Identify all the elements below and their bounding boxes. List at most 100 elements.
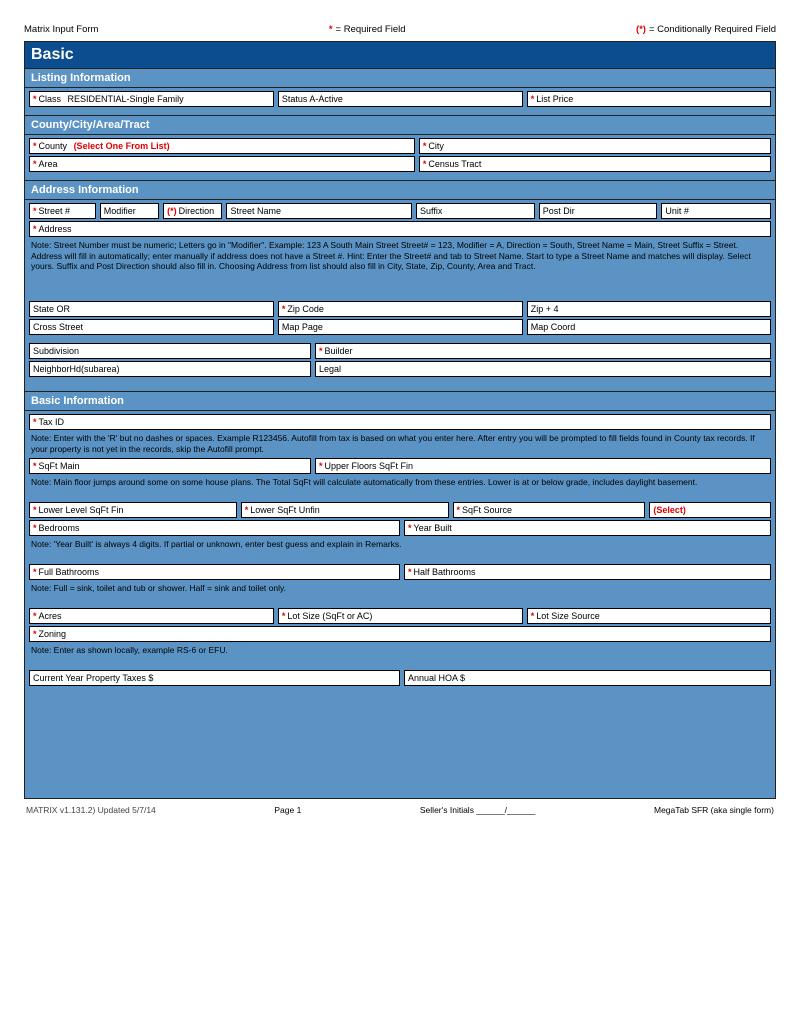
field-label: City — [428, 141, 444, 151]
required-star-icon: * — [33, 461, 37, 471]
required-star-icon: * — [329, 24, 333, 35]
field-label: Full Bathrooms — [39, 567, 100, 577]
field-acres[interactable]: * Acres — [29, 608, 274, 624]
field-street-name[interactable]: Street Name — [226, 203, 412, 219]
page-footer: MATRIX v1.131.2) Updated 5/7/14 Page 1 S… — [24, 805, 776, 815]
field-full-bath[interactable]: * Full Bathrooms — [29, 564, 400, 580]
field-label: SqFt Main — [39, 461, 80, 471]
footer-page-number: Page 1 — [274, 805, 301, 815]
field-label: Post Dir — [543, 206, 575, 216]
subheader-address: Address Information — [24, 181, 776, 200]
field-zoning[interactable]: * Zoning — [29, 626, 771, 642]
required-star-icon: * — [33, 224, 37, 234]
field-status[interactable]: Status A-Active — [278, 91, 523, 107]
field-label: Half Bathrooms — [414, 567, 476, 577]
field-label: Cross Street — [33, 322, 83, 332]
field-map-page[interactable]: Map Page — [278, 319, 523, 335]
field-sqft-source[interactable]: * SqFt Source — [453, 502, 646, 518]
required-star-icon: * — [423, 159, 427, 169]
field-suffix[interactable]: Suffix — [416, 203, 535, 219]
required-star-icon: * — [245, 505, 249, 515]
required-star-icon: * — [319, 346, 323, 356]
field-address[interactable]: * Address — [29, 221, 771, 237]
field-label: Tax ID — [39, 417, 65, 427]
page-container: Matrix Input Form * = Required Field (*)… — [0, 0, 800, 825]
field-zip[interactable]: * Zip Code — [278, 301, 523, 317]
field-year-built[interactable]: * Year Built — [404, 520, 771, 536]
field-builder[interactable]: * Builder — [315, 343, 771, 359]
field-label: State OR — [33, 304, 70, 314]
field-cross-street[interactable]: Cross Street — [29, 319, 274, 335]
required-star-icon: * — [282, 611, 286, 621]
basic-info-body: * Tax ID Note: Enter with the 'R' but no… — [24, 411, 776, 799]
field-label: Acres — [39, 611, 62, 621]
field-direction[interactable]: (*) Direction — [163, 203, 222, 219]
field-list-price[interactable]: * List Price — [527, 91, 771, 107]
required-star-icon: * — [319, 461, 323, 471]
field-lot-source[interactable]: * Lot Size Source — [527, 608, 771, 624]
field-label: Upper Floors SqFt Fin — [324, 461, 413, 471]
required-star-icon: * — [33, 141, 37, 151]
field-class[interactable]: * Class RESIDENTIAL-Single Family — [29, 91, 274, 107]
field-label: Modifier — [104, 206, 136, 216]
field-label: Direction — [179, 206, 215, 216]
field-hoa[interactable]: Annual HOA $ — [404, 670, 771, 686]
field-label: County — [39, 141, 68, 151]
field-label: Year Built — [414, 523, 452, 533]
field-label: Builder — [324, 346, 352, 356]
required-star-icon: * — [457, 505, 461, 515]
field-label: Zip Code — [287, 304, 324, 314]
field-label: Lower Level SqFt Fin — [39, 505, 124, 515]
field-label: Lot Size Source — [536, 611, 600, 621]
tax-note: Note: Enter with the 'R' but no dashes o… — [29, 432, 771, 458]
field-lower-fin[interactable]: * Lower Level SqFt Fin — [29, 502, 237, 518]
required-star-icon: * — [531, 94, 535, 104]
field-sqft-source-select[interactable]: (Select) — [649, 502, 771, 518]
field-post-dir[interactable]: Post Dir — [539, 203, 658, 219]
field-zip4[interactable]: Zip + 4 — [527, 301, 771, 317]
field-unit-num[interactable]: Unit # — [661, 203, 771, 219]
field-half-bath[interactable]: * Half Bathrooms — [404, 564, 771, 580]
required-star-icon: * — [33, 611, 37, 621]
field-label: Unit # — [665, 206, 689, 216]
required-star-icon: * — [408, 523, 412, 533]
field-census-tract[interactable]: * Census Tract — [419, 156, 771, 172]
field-sqft-upper[interactable]: * Upper Floors SqFt Fin — [315, 458, 771, 474]
field-neighborhood[interactable]: NeighborHd(subarea) — [29, 361, 311, 377]
field-label: Zip + 4 — [531, 304, 559, 314]
field-state[interactable]: State OR — [29, 301, 274, 317]
field-city[interactable]: * City — [419, 138, 771, 154]
subheader-listing-info: Listing Information — [24, 69, 776, 88]
field-label: List Price — [536, 94, 573, 104]
required-star-icon: * — [408, 567, 412, 577]
field-modifier[interactable]: Modifier — [100, 203, 159, 219]
field-area[interactable]: * Area — [29, 156, 415, 172]
field-label: Census Tract — [428, 159, 481, 169]
select-placeholder: (Select One From List) — [74, 141, 170, 151]
required-star-icon: * — [33, 206, 37, 216]
field-lot-size[interactable]: * Lot Size (SqFt or AC) — [278, 608, 523, 624]
field-label: Subdivision — [33, 346, 79, 356]
field-label: Legal — [319, 364, 341, 374]
footer-version: MATRIX v1.131.2) Updated 5/7/14 — [26, 805, 156, 815]
field-street-num[interactable]: * Street # — [29, 203, 96, 219]
subheader-basic-info: Basic Information — [24, 392, 776, 411]
field-legal[interactable]: Legal — [315, 361, 771, 377]
field-label: Bedrooms — [39, 523, 80, 533]
field-property-taxes[interactable]: Current Year Property Taxes $ — [29, 670, 400, 686]
field-sqft-main[interactable]: * SqFt Main — [29, 458, 311, 474]
field-label: SqFt Source — [462, 505, 512, 515]
field-county[interactable]: * County (Select One From List) — [29, 138, 415, 154]
county-body: * County (Select One From List) * City *… — [24, 135, 776, 181]
field-lower-unfin[interactable]: * Lower SqFt Unfin — [241, 502, 449, 518]
field-tax-id[interactable]: * Tax ID — [29, 414, 771, 430]
yearbuilt-note: Note: 'Year Built' is always 4 digits. I… — [29, 538, 771, 564]
field-subdivision[interactable]: Subdivision — [29, 343, 311, 359]
conditional-legend: (*) = Conditionally Required Field — [636, 24, 776, 35]
field-label: Annual HOA $ — [408, 673, 465, 683]
field-map-coord[interactable]: Map Coord — [527, 319, 771, 335]
select-placeholder: (Select) — [653, 505, 686, 515]
field-label: Street # — [39, 206, 71, 216]
field-bedrooms[interactable]: * Bedrooms — [29, 520, 400, 536]
address-note: Note: Street Number must be numeric; Let… — [29, 239, 771, 301]
